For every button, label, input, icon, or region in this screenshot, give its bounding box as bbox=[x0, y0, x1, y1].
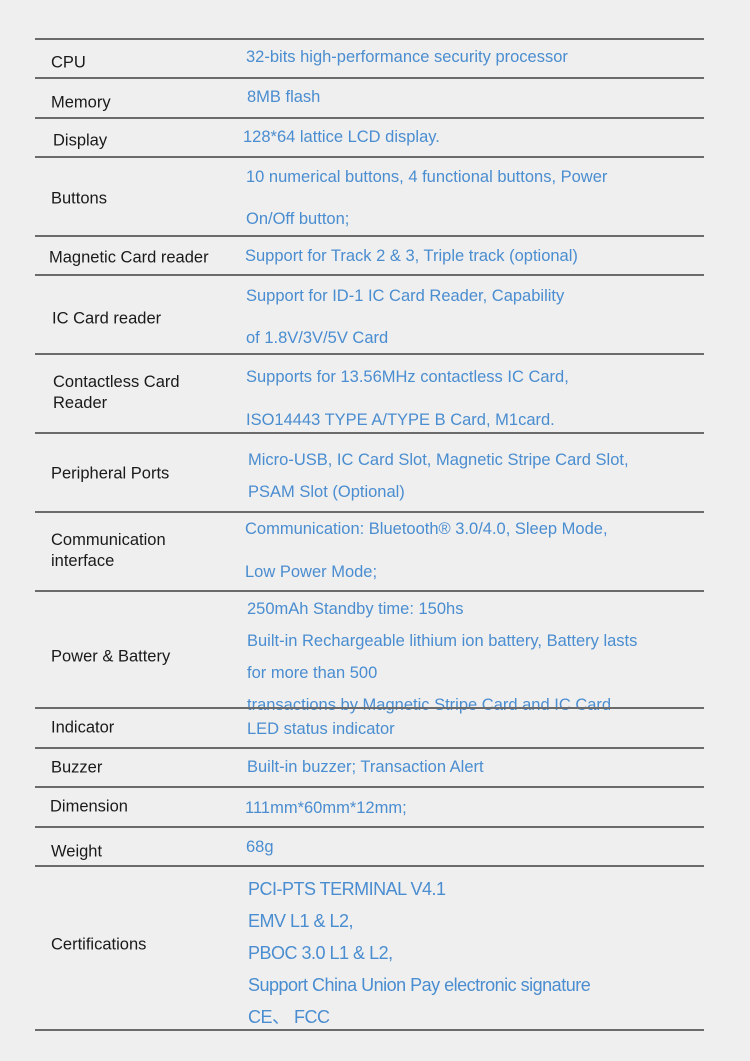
spec-value-line: 32-bits high-performance security proces… bbox=[246, 48, 568, 66]
spec-value: 10 numerical buttons, 4 functional butto… bbox=[246, 167, 704, 229]
spec-row-magnetic-card-reader: Magnetic Card reader Support for Track 2… bbox=[35, 235, 704, 274]
spec-row-memory: Memory 8MB flash bbox=[35, 77, 704, 117]
spec-value-line: CE、 FCC bbox=[248, 1007, 330, 1027]
spec-row-communication-interface: Communication interface Communication: B… bbox=[35, 511, 704, 590]
spec-label: Dimension bbox=[50, 797, 128, 816]
spec-value-line: 250mAh Standby time: 150hs bbox=[247, 600, 464, 618]
spec-row-weight: Weight 68g bbox=[35, 826, 704, 865]
spec-value-line: Low Power Mode; bbox=[245, 563, 378, 581]
spec-label: Certifications bbox=[51, 935, 147, 954]
spec-table: CPU 32-bits high-performance security pr… bbox=[35, 38, 704, 1031]
spec-value: Built-in buzzer; Transaction Alert bbox=[247, 758, 704, 777]
spec-value-line: PBOC 3.0 L1 & L2, bbox=[248, 943, 393, 963]
spec-value-line: Supports for 13.56MHz contactless IC Car… bbox=[246, 368, 569, 386]
spec-value: 32-bits high-performance security proces… bbox=[246, 48, 704, 67]
spec-value-line: EMV L1 & L2, bbox=[248, 911, 354, 931]
spec-row-certifications: Certifications PCI-PTS TERMINAL V4.1 EMV… bbox=[35, 865, 704, 1031]
spec-row-peripheral-ports: Peripheral Ports Micro-USB, IC Card Slot… bbox=[35, 432, 704, 511]
spec-value-line: PCI-PTS TERMINAL V4.1 bbox=[248, 879, 446, 899]
spec-value-line: Micro-USB, IC Card Slot, Magnetic Stripe… bbox=[248, 451, 629, 469]
spec-row-contactless-card-reader: Contactless Card Reader Supports for 13.… bbox=[35, 353, 704, 432]
spec-label: Memory bbox=[51, 93, 111, 112]
spec-value: 250mAh Standby time: 150hs Built-in Rech… bbox=[247, 593, 704, 721]
spec-value-line: Support China Union Pay electronic signa… bbox=[248, 975, 591, 995]
spec-value-line: 8MB flash bbox=[247, 88, 321, 106]
spec-row-power-battery: Power & Battery 250mAh Standby time: 150… bbox=[35, 590, 704, 714]
spec-value-line: 10 numerical buttons, 4 functional butto… bbox=[246, 168, 608, 186]
spec-row-buzzer: Buzzer Built-in buzzer; Transaction Aler… bbox=[35, 747, 704, 786]
spec-value: Support for Track 2 & 3, Triple track (o… bbox=[245, 247, 704, 266]
spec-row-cpu: CPU 32-bits high-performance security pr… bbox=[35, 38, 704, 77]
spec-label: IC Card reader bbox=[52, 309, 162, 328]
spec-value-line: 68g bbox=[246, 838, 274, 856]
spec-value-line: PSAM Slot (Optional) bbox=[248, 483, 405, 501]
spec-value: LED status indicator bbox=[247, 720, 704, 739]
spec-value-line: 111mm*60mm*12mm; bbox=[245, 799, 407, 817]
spec-label: CPU bbox=[51, 53, 86, 72]
spec-label: Power & Battery bbox=[51, 647, 171, 666]
spec-value-line: 128*64 lattice LCD display. bbox=[243, 128, 440, 146]
spec-row-ic-card-reader: IC Card reader Support for ID-1 IC Card … bbox=[35, 274, 704, 353]
spec-label: Buttons bbox=[51, 189, 107, 208]
spec-label: Buzzer bbox=[51, 758, 103, 777]
spec-value-line: Support for ID-1 IC Card Reader, Capabil… bbox=[246, 287, 565, 305]
spec-label: Indicator bbox=[51, 718, 115, 737]
spec-value-line: Built-in Rechargeable lithium ion batter… bbox=[247, 632, 638, 650]
spec-value-line: of 1.8V/3V/5V Card bbox=[246, 329, 389, 347]
spec-value: Support for ID-1 IC Card Reader, Capabil… bbox=[246, 286, 704, 348]
spec-value-line: for more than 500 bbox=[247, 664, 378, 682]
spec-value: 68g bbox=[246, 838, 704, 857]
spec-row-buttons: Buttons 10 numerical buttons, 4 function… bbox=[35, 156, 704, 235]
spec-value-line: Built-in buzzer; Transaction Alert bbox=[247, 758, 484, 776]
spec-value: Communication: Bluetooth® 3.0/4.0, Sleep… bbox=[245, 519, 704, 582]
spec-value: 111mm*60mm*12mm; bbox=[245, 799, 704, 818]
spec-label: Communication interface bbox=[51, 531, 166, 570]
spec-row-display: Display 128*64 lattice LCD display. bbox=[35, 117, 704, 156]
spec-value: Supports for 13.56MHz contactless IC Car… bbox=[246, 367, 704, 430]
spec-value-line: LED status indicator bbox=[247, 720, 395, 738]
spec-value: Micro-USB, IC Card Slot, Magnetic Stripe… bbox=[248, 450, 704, 502]
spec-label: Contactless Card Reader bbox=[53, 373, 180, 412]
spec-value-line: Communication: Bluetooth® 3.0/4.0, Sleep… bbox=[245, 520, 608, 538]
spec-value: 128*64 lattice LCD display. bbox=[243, 128, 704, 147]
spec-value-line: On/Off button; bbox=[246, 210, 350, 228]
spec-value-line: Support for Track 2 & 3, Triple track (o… bbox=[245, 247, 578, 265]
spec-row-indicator: Indicator LED status indicator bbox=[35, 707, 704, 747]
spec-label: Weight bbox=[51, 842, 103, 861]
spec-row-dimension: Dimension 111mm*60mm*12mm; bbox=[35, 786, 704, 826]
spec-value: PCI-PTS TERMINAL V4.1 EMV L1 & L2, PBOC … bbox=[248, 873, 704, 1033]
spec-label: Magnetic Card reader bbox=[49, 248, 209, 267]
spec-label: Peripheral Ports bbox=[51, 464, 170, 483]
spec-value-line: ISO14443 TYPE A/TYPE B Card, M1card. bbox=[246, 411, 555, 429]
spec-value: 8MB flash bbox=[247, 88, 704, 107]
spec-label: Display bbox=[53, 131, 108, 150]
